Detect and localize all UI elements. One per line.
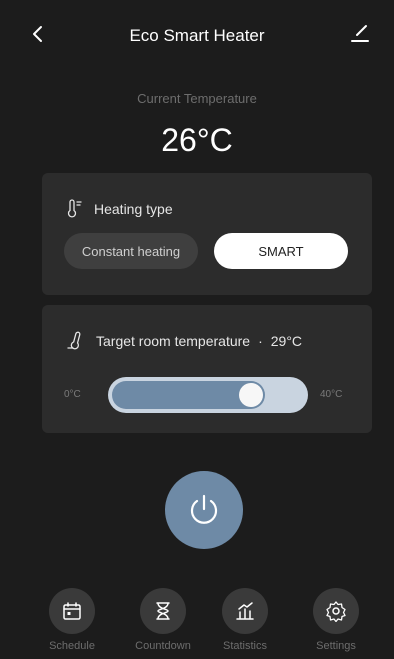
edit-button[interactable] <box>348 20 372 44</box>
target-temperature-value: 29°C <box>270 333 303 349</box>
nav-countdown-circle <box>140 588 186 634</box>
nav-label-settings: Settings <box>316 640 356 652</box>
current-temperature-label: Current Temperature <box>137 91 257 106</box>
nav-settings-circle <box>313 588 359 634</box>
target-temperature-title: Target room temperature <box>96 333 251 349</box>
heating-type-header: Heating type <box>66 199 173 219</box>
thermometer-icon <box>67 331 81 350</box>
constant-heating-button[interactable]: Constant heating <box>64 233 198 269</box>
edit-pencil-icon <box>351 25 369 42</box>
hourglass-icon <box>156 602 170 620</box>
target-separator: · <box>258 333 263 349</box>
target-temperature-slider[interactable] <box>108 377 308 413</box>
target-temperature-card: Target room temperature · 29°C <box>42 305 372 433</box>
smart-label: SMART <box>258 243 304 259</box>
smart-button[interactable]: SMART <box>214 233 348 269</box>
nav-label-schedule: Schedule <box>49 640 95 652</box>
current-temperature-value: 26°C <box>161 122 233 158</box>
power-button[interactable] <box>165 471 243 549</box>
nav-statistics-circle <box>222 588 268 634</box>
slider-knob[interactable] <box>239 383 263 407</box>
heating-type-title: Heating type <box>94 201 173 217</box>
header: Eco Smart Heater <box>0 0 394 70</box>
calendar-icon <box>63 602 81 620</box>
nav-label-statistics: Statistics <box>222 640 267 652</box>
bottom-nav: Schedule Countdown Statistics Settings <box>0 588 394 659</box>
max-temperature-label: 40°C <box>320 389 343 400</box>
constant-heating-label: Constant heating <box>81 243 181 259</box>
nav-label-countdown: Countdown <box>135 640 191 652</box>
nav-schedule-circle <box>49 588 95 634</box>
chart-icon <box>236 602 254 620</box>
gear-icon <box>326 601 346 622</box>
min-temperature-label: 0°C <box>64 389 81 400</box>
target-temperature-header: Target room temperature · 29°C <box>66 331 302 351</box>
page-title: Eco Smart Heater <box>129 26 265 45</box>
thermometer-icon <box>67 199 82 218</box>
screen: Eco Smart Heater Current Temperature 26°… <box>0 0 394 659</box>
power-icon <box>190 494 218 524</box>
